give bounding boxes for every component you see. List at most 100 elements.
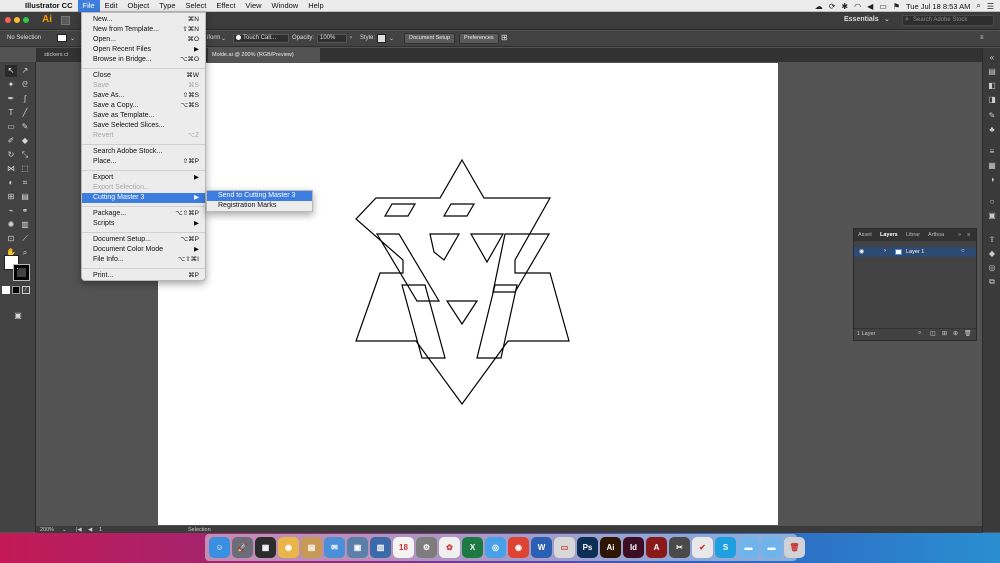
dock-chrome-icon[interactable]: ◉ bbox=[508, 537, 529, 558]
curvature-tool-icon[interactable]: ∫ bbox=[19, 93, 31, 105]
expand-layer-chevron-icon[interactable]: › bbox=[884, 248, 886, 254]
panel-expand-icon[interactable]: » bbox=[958, 232, 961, 238]
rectangle-tool-icon[interactable]: ▭ bbox=[5, 121, 17, 133]
shaper-tool-icon[interactable]: ✐ bbox=[5, 135, 17, 147]
dock-launchpad-icon[interactable]: 🚀 bbox=[232, 537, 253, 558]
sync-icon[interactable]: ⟳ bbox=[829, 2, 836, 11]
star-logo-artwork[interactable] bbox=[355, 158, 571, 408]
menu-item-open[interactable]: Open... ⌘O bbox=[82, 35, 205, 45]
menu-file[interactable]: File bbox=[77, 0, 100, 12]
menu-select[interactable]: Select bbox=[181, 0, 212, 12]
dock-indesign-icon[interactable]: Id bbox=[623, 537, 644, 558]
menu-item-place[interactable]: Place... ⇧⌘P bbox=[82, 157, 205, 167]
menu-item-search-adobe-stock[interactable]: Search Adobe Stock... bbox=[82, 147, 205, 157]
volume-icon[interactable]: ◀ bbox=[867, 2, 873, 11]
control-bar-menu-icon[interactable]: ≡ bbox=[980, 35, 984, 41]
blend-tool-icon[interactable]: ⚭ bbox=[19, 205, 31, 217]
new-layer-icon[interactable]: ⊕ bbox=[953, 330, 958, 337]
tab-molde[interactable]: Molde.ai @ 200% (RGB/Preview) bbox=[208, 48, 320, 62]
menu-view[interactable]: View bbox=[240, 0, 266, 12]
make-clipping-mask-icon[interactable]: ◫ bbox=[930, 330, 936, 337]
dock-photos-icon[interactable]: ✿ bbox=[439, 537, 460, 558]
menu-item-registration-marks[interactable]: Registration Marks bbox=[207, 201, 312, 211]
graphic-styles-icon[interactable]: ▣ bbox=[986, 210, 998, 222]
style-chevron-icon[interactable]: ⌄ bbox=[389, 35, 394, 42]
fill-swatch[interactable] bbox=[57, 34, 67, 42]
menu-type[interactable]: Type bbox=[154, 0, 180, 12]
mesh-tool-icon[interactable]: ⊞ bbox=[5, 191, 17, 203]
collapse-panels-icon[interactable]: « bbox=[986, 52, 998, 64]
menu-item-close[interactable]: Close ⌘W bbox=[82, 71, 205, 81]
artboards-panel-icon[interactable]: ⧉ bbox=[986, 276, 998, 288]
bluetooth-icon[interactable]: ✱ bbox=[841, 2, 848, 11]
layers-panel-icon[interactable]: ◆ bbox=[986, 248, 998, 260]
creative-cloud-icon[interactable]: ☁ bbox=[815, 2, 823, 11]
layer-row[interactable]: ◉ › Layer 1 ○ bbox=[854, 247, 976, 257]
color-guide-icon[interactable]: ◨ bbox=[986, 94, 998, 106]
flag-icon[interactable]: ⚑ bbox=[893, 2, 900, 11]
eyedropper-tool-icon[interactable]: ⌁ bbox=[5, 205, 17, 217]
direct-selection-tool-icon[interactable]: ↗ bbox=[19, 65, 31, 77]
clock[interactable]: Tue Jul 18 8:53 AM bbox=[906, 2, 970, 11]
menu-item-print[interactable]: Print... ⌘P bbox=[82, 271, 205, 281]
tab-layers[interactable]: Layers bbox=[880, 232, 898, 238]
magic-wand-tool-icon[interactable]: ✦ bbox=[5, 79, 17, 91]
paintbrush-tool-icon[interactable]: ✎ bbox=[19, 121, 31, 133]
menu-item-send-to-cutting-master[interactable]: Send to Cutting Master 3 bbox=[207, 191, 312, 201]
layer-target-icon[interactable]: ○ bbox=[961, 248, 965, 254]
wifi-icon[interactable]: ◠ bbox=[854, 2, 861, 11]
bridge-icon[interactable] bbox=[61, 16, 70, 25]
dock-contacts-icon[interactable]: ▤ bbox=[301, 537, 322, 558]
asset-export-icon[interactable]: ⇪ bbox=[986, 234, 998, 246]
selection-tool-icon[interactable]: ↖ bbox=[5, 65, 17, 77]
none-mode-icon[interactable]: ⁄ bbox=[22, 286, 30, 294]
dock-preview-icon[interactable]: ▣ bbox=[347, 537, 368, 558]
gradient-tool-icon[interactable]: ▤ bbox=[19, 191, 31, 203]
column-graph-tool-icon[interactable]: ▥ bbox=[19, 219, 31, 231]
dock-finder-icon[interactable]: ☺ bbox=[209, 537, 230, 558]
dock-app-a-icon[interactable]: ▦ bbox=[255, 537, 276, 558]
menu-item-save-as[interactable]: Save As... ⇧⌘S bbox=[82, 91, 205, 101]
shape-builder-tool-icon[interactable]: ◐ bbox=[5, 177, 17, 189]
dock-safari-icon[interactable]: ◎ bbox=[485, 537, 506, 558]
menu-item-save-a-copy[interactable]: Save a Copy... ⌥⌘S bbox=[82, 101, 205, 111]
document-setup-button[interactable]: Document Setup bbox=[404, 33, 455, 44]
gradient-panel-icon[interactable]: ▦ bbox=[986, 160, 998, 172]
menu-item-package[interactable]: Package... ⌥⇧⌘P bbox=[82, 209, 205, 219]
spotlight-icon[interactable]: ⌕ bbox=[976, 1, 980, 11]
dock-calendar-icon[interactable]: 18 bbox=[393, 537, 414, 558]
dock-word-icon[interactable]: W bbox=[531, 537, 552, 558]
opacity-input[interactable]: 100% bbox=[317, 34, 347, 43]
new-sublayer-icon[interactable]: ⊞ bbox=[942, 330, 947, 337]
appearance-panel-icon[interactable]: ○ bbox=[986, 196, 998, 208]
tab-stickers[interactable]: stickers ci bbox=[40, 48, 86, 62]
properties-panel-icon[interactable]: ▤ bbox=[986, 66, 998, 78]
menu-window[interactable]: Window bbox=[267, 0, 304, 12]
tab-libraries[interactable]: Librar bbox=[906, 232, 920, 238]
stock-search-input[interactable]: Search Adobe Stock bbox=[902, 15, 994, 26]
dock-notes-icon[interactable]: ▭ bbox=[554, 537, 575, 558]
rotate-tool-icon[interactable]: ↻ bbox=[5, 149, 17, 161]
menu-item-file-info[interactable]: File Info... ⌥⇧⌘I bbox=[82, 255, 205, 265]
width-tool-icon[interactable]: ⋈ bbox=[5, 163, 17, 175]
arrange-documents-icon[interactable]: ⊞ bbox=[501, 33, 508, 42]
dock-folder-1-icon[interactable]: ▬ bbox=[738, 537, 759, 558]
zoom-tool-icon[interactable]: ⌕ bbox=[19, 247, 31, 259]
menu-help[interactable]: Help bbox=[303, 0, 328, 12]
opacity-chevron-icon[interactable]: › bbox=[350, 35, 352, 41]
menu-item-scripts[interactable]: Scripts ▶ bbox=[82, 219, 205, 229]
screen-mode-icon[interactable]: ▣ bbox=[12, 310, 24, 322]
menu-item-document-setup[interactable]: Document Setup... ⌥⌘P bbox=[82, 235, 205, 245]
dock-illustrator-icon[interactable]: Ai bbox=[600, 537, 621, 558]
dock-photoshop-icon[interactable]: Ps bbox=[577, 537, 598, 558]
slice-tool-icon[interactable]: ⟋ bbox=[19, 233, 31, 245]
menu-item-new-from-template[interactable]: New from Template... ⇧⌘N bbox=[82, 25, 205, 35]
dock-acrobat-icon[interactable]: A bbox=[646, 537, 667, 558]
maximize-window-button[interactable] bbox=[23, 17, 29, 23]
workspace-switcher[interactable]: Essentials bbox=[844, 16, 879, 23]
brushes-panel-icon[interactable]: ✎ bbox=[986, 110, 998, 122]
menu-item-save-selected-slices[interactable]: Save Selected Slices... bbox=[82, 121, 205, 131]
dock-skype-icon[interactable]: S bbox=[715, 537, 736, 558]
workspace-chevron-icon[interactable]: ⌄ bbox=[884, 15, 890, 23]
gradient-mode-icon[interactable] bbox=[12, 286, 20, 294]
